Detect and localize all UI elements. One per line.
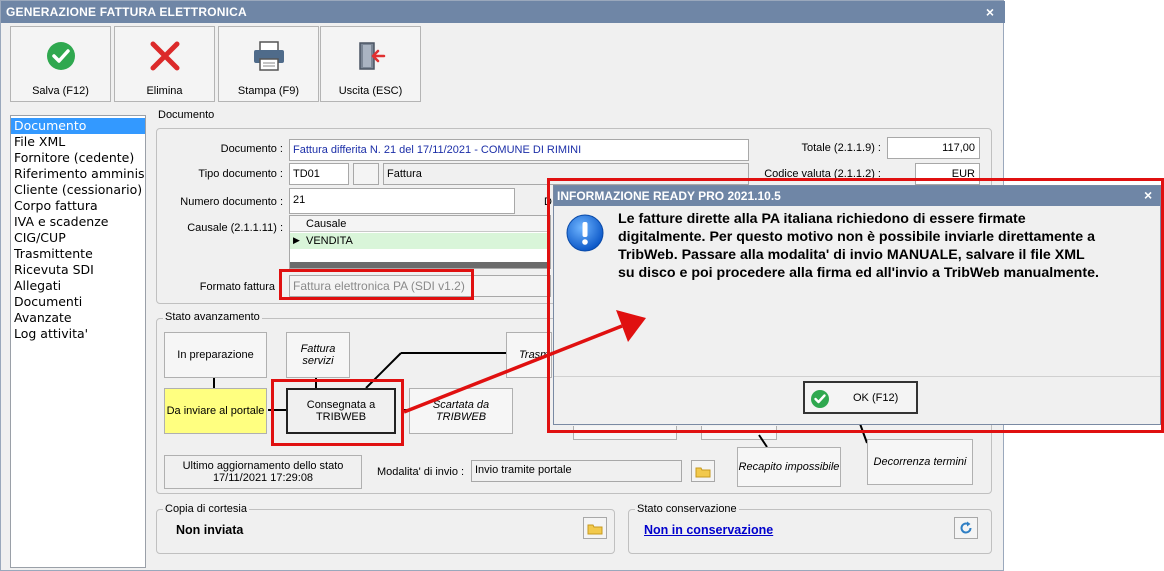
causale-label: Causale (2.1.1.11) :: [187, 222, 283, 234]
dialog-highlight-box: [547, 178, 1164, 433]
modalita-invio-field: Invio tramite portale: [471, 460, 682, 482]
save-button-label: Salva (F12): [32, 85, 89, 97]
numero-documento-field[interactable]: 21: [289, 188, 515, 214]
numero-documento-label: Numero documento :: [180, 196, 283, 208]
nav-item-documento[interactable]: Documento: [11, 118, 145, 134]
formato-fattura-label: Formato fattura: [199, 281, 275, 293]
modalita-invio-label: Modalita' di invio :: [377, 466, 465, 478]
delete-button-label: Elimina: [146, 85, 183, 97]
modalita-folder-button[interactable]: [691, 460, 715, 482]
nav-item-corpo-fattura[interactable]: Corpo fattura: [11, 198, 145, 214]
nav-item-log-attivita[interactable]: Log attivita': [11, 326, 145, 342]
copia-cortesia-label: Copia di cortesia: [163, 503, 249, 515]
exit-button-label: Uscita (ESC): [338, 85, 403, 97]
totale-label: Totale (2.1.1.9) :: [801, 142, 882, 154]
print-button-label: Stampa (F9): [237, 85, 300, 97]
exit-button[interactable]: Uscita (ESC): [320, 26, 421, 102]
nav-item-riferimento-amministrazione[interactable]: Riferimento amminis: [11, 166, 145, 182]
nav-item-iva-scadenze[interactable]: IVA e scadenze: [11, 214, 145, 230]
folder-icon: [695, 467, 711, 477]
state-recapito-impossibile[interactable]: Recapito impossibile: [737, 447, 841, 487]
tipo-documento-label: Tipo documento :: [198, 168, 283, 180]
save-button[interactable]: Salva (F12): [10, 26, 111, 102]
exit-door-icon: [358, 42, 385, 70]
nav-item-trasmittente[interactable]: Trasmittente: [11, 246, 145, 262]
causale-value: VENDITA: [306, 235, 353, 247]
refresh-icon: [960, 521, 972, 534]
state-fattura-servizi[interactable]: Fattura servizi: [286, 332, 350, 378]
documento-field[interactable]: Fattura differita N. 21 del 17/11/2021 -…: [289, 139, 749, 161]
nav-item-cig-cup[interactable]: CIG/CUP: [11, 230, 145, 246]
nav-item-allegati[interactable]: Allegati: [11, 278, 145, 294]
ultimo-aggiornamento-box: Ultimo aggiornamento dello stato 17/11/20…: [164, 455, 362, 489]
window-title: GENERAZIONE FATTURA ELETTRONICA: [1, 1, 1005, 23]
nav-item-file-xml[interactable]: File XML: [11, 134, 145, 150]
folder-icon: [587, 524, 603, 534]
stato-conservazione-label: Stato conservazione: [635, 503, 739, 515]
copia-cortesia-value: Non inviata: [176, 523, 244, 537]
section-list: Documento File XML Fornitore (cedente) R…: [10, 115, 146, 568]
nav-item-documenti[interactable]: Documenti: [11, 294, 145, 310]
print-button[interactable]: Stampa (F9): [218, 26, 319, 102]
conservazione-link[interactable]: Non in conservazione: [644, 523, 773, 537]
documento-tab-label: Documento: [156, 109, 217, 121]
row-pointer-icon: ▶: [293, 235, 300, 245]
nav-item-fornitore[interactable]: Fornitore (cedente): [11, 150, 145, 166]
state-scartata-tribweb[interactable]: Scartata da TRIBWEB: [409, 388, 513, 434]
documento-label: Documento :: [220, 143, 283, 155]
state-decorrenza-termini[interactable]: Decorrenza termini: [867, 439, 973, 485]
red-x-icon: [150, 41, 179, 71]
nav-item-avanzate[interactable]: Avanzate: [11, 310, 145, 326]
tipo-documento-lookup-button[interactable]: [353, 163, 379, 185]
state-in-preparazione[interactable]: In preparazione: [164, 332, 267, 378]
causale-scrollbar[interactable]: [290, 262, 550, 268]
state-trasmessa[interactable]: Trasm: [506, 332, 552, 378]
delete-button[interactable]: Elimina: [114, 26, 215, 102]
refresh-button[interactable]: [954, 517, 978, 539]
nav-item-ricevuta-sdi[interactable]: Ricevuta SDI: [11, 262, 145, 278]
formato-highlight-box: [279, 269, 474, 300]
window-close-icon[interactable]: ×: [981, 3, 999, 21]
tipo-documento-code-field[interactable]: TD01: [289, 163, 349, 185]
causale-grid: Causale ▶ VENDITA: [289, 215, 551, 269]
nav-item-cliente[interactable]: Cliente (cessionario): [11, 182, 145, 198]
state-da-inviare[interactable]: Da inviare al portale: [164, 388, 267, 434]
causale-grid-header: Causale: [306, 218, 347, 230]
check-circle-icon: [46, 42, 75, 70]
copia-folder-button[interactable]: [583, 517, 607, 539]
consegnata-highlight-box: [271, 379, 404, 446]
printer-icon: [253, 41, 284, 71]
totale-field[interactable]: 117,00: [887, 137, 980, 159]
